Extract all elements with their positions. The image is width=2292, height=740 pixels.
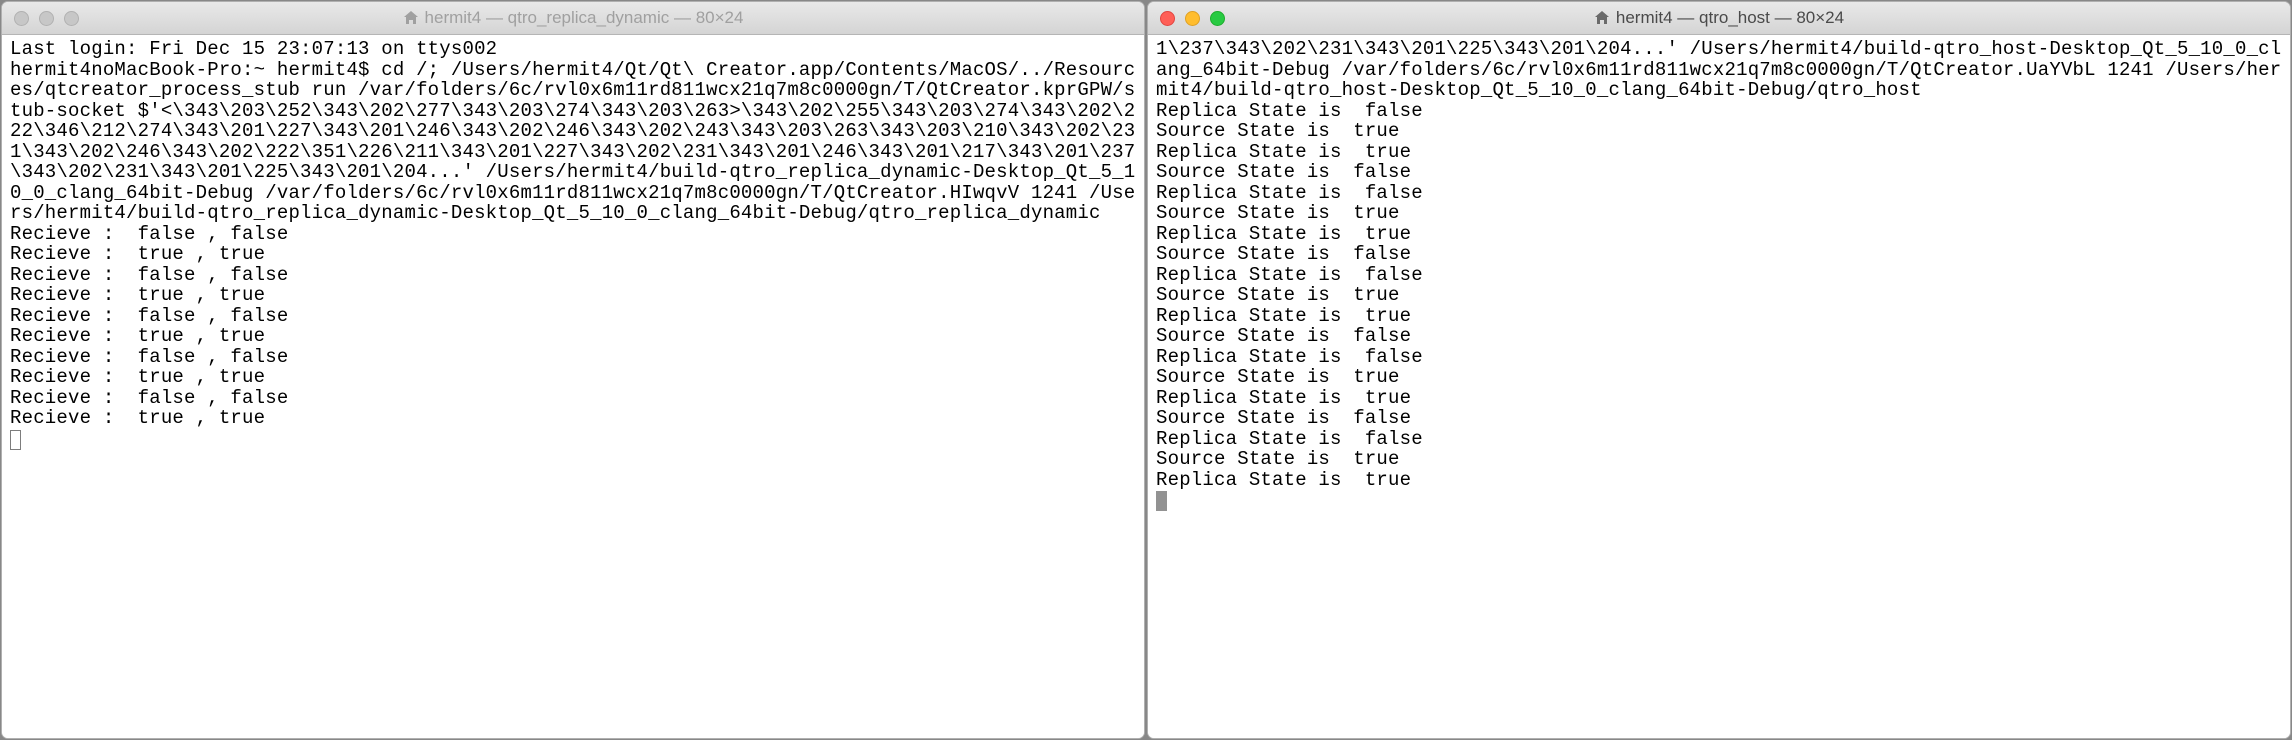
maximize-button[interactable]: [1210, 11, 1225, 26]
terminal-line: Replica State is false: [1156, 265, 2282, 286]
titlebar[interactable]: hermit4 — qtro_replica_dynamic — 80×24: [2, 2, 1144, 35]
cursor: [10, 430, 21, 450]
home-icon: [403, 10, 419, 26]
terminal-line: Source State is true: [1156, 121, 2282, 142]
terminal-line: Source State is true: [1156, 449, 2282, 470]
home-icon: [1594, 10, 1610, 26]
maximize-button[interactable]: [64, 11, 79, 26]
terminal-line: Source State is false: [1156, 408, 2282, 429]
terminal-line: Recieve : false , false: [10, 306, 1136, 327]
terminal-line: Replica State is false: [1156, 347, 2282, 368]
window-title: hermit4 — qtro_host — 80×24: [1158, 8, 2280, 28]
window-title: hermit4 — qtro_replica_dynamic — 80×24: [12, 8, 1134, 28]
minimize-button[interactable]: [39, 11, 54, 26]
cursor-line: [1156, 490, 2282, 511]
terminal-body[interactable]: 1\237\343\202\231\343\201\225\343\201\20…: [1148, 35, 2290, 738]
terminal-line: Recieve : true , true: [10, 367, 1136, 388]
terminal-line: Recieve : false , false: [10, 265, 1136, 286]
terminal-line: Recieve : false , false: [10, 347, 1136, 368]
terminal-line: Replica State is true: [1156, 224, 2282, 245]
terminal-line: Source State is false: [1156, 244, 2282, 265]
terminal-line: Replica State is false: [1156, 183, 2282, 204]
window-title-text: hermit4 — qtro_replica_dynamic — 80×24: [425, 8, 744, 28]
terminal-window-left[interactable]: hermit4 — qtro_replica_dynamic — 80×24 L…: [1, 1, 1145, 739]
terminal-line: Recieve : true , true: [10, 244, 1136, 265]
terminal-line: Replica State is true: [1156, 388, 2282, 409]
terminal-line: Last login: Fri Dec 15 23:07:13 on ttys0…: [10, 39, 1136, 60]
terminal-line: 1\237\343\202\231\343\201\225\343\201\20…: [1156, 39, 2282, 101]
terminal-line: Replica State is true: [1156, 470, 2282, 491]
terminal-line: Recieve : false , false: [10, 224, 1136, 245]
traffic-lights: [1160, 11, 1225, 26]
terminal-line: Source State is true: [1156, 203, 2282, 224]
terminal-line: Source State is false: [1156, 326, 2282, 347]
window-title-text: hermit4 — qtro_host — 80×24: [1616, 8, 1844, 28]
terminal-line: Replica State is false: [1156, 101, 2282, 122]
cursor-line: [10, 429, 1136, 450]
terminal-line: Replica State is true: [1156, 306, 2282, 327]
terminal-line: Source State is true: [1156, 367, 2282, 388]
cursor: [1156, 491, 1167, 511]
terminal-line: hermit4noMacBook-Pro:~ hermit4$ cd /; /U…: [10, 60, 1136, 224]
traffic-lights: [14, 11, 79, 26]
terminal-line: Replica State is true: [1156, 142, 2282, 163]
minimize-button[interactable]: [1185, 11, 1200, 26]
close-button[interactable]: [14, 11, 29, 26]
terminal-line: Source State is false: [1156, 162, 2282, 183]
terminal-line: Recieve : true , true: [10, 408, 1136, 429]
terminal-line: Recieve : true , true: [10, 285, 1136, 306]
terminal-line: Recieve : true , true: [10, 326, 1136, 347]
terminal-line: Recieve : false , false: [10, 388, 1136, 409]
terminal-line: Replica State is false: [1156, 429, 2282, 450]
close-button[interactable]: [1160, 11, 1175, 26]
terminal-body[interactable]: Last login: Fri Dec 15 23:07:13 on ttys0…: [2, 35, 1144, 738]
titlebar[interactable]: hermit4 — qtro_host — 80×24: [1148, 2, 2290, 35]
terminal-window-right[interactable]: hermit4 — qtro_host — 80×24 1\237\343\20…: [1147, 1, 2291, 739]
terminal-line: Source State is true: [1156, 285, 2282, 306]
